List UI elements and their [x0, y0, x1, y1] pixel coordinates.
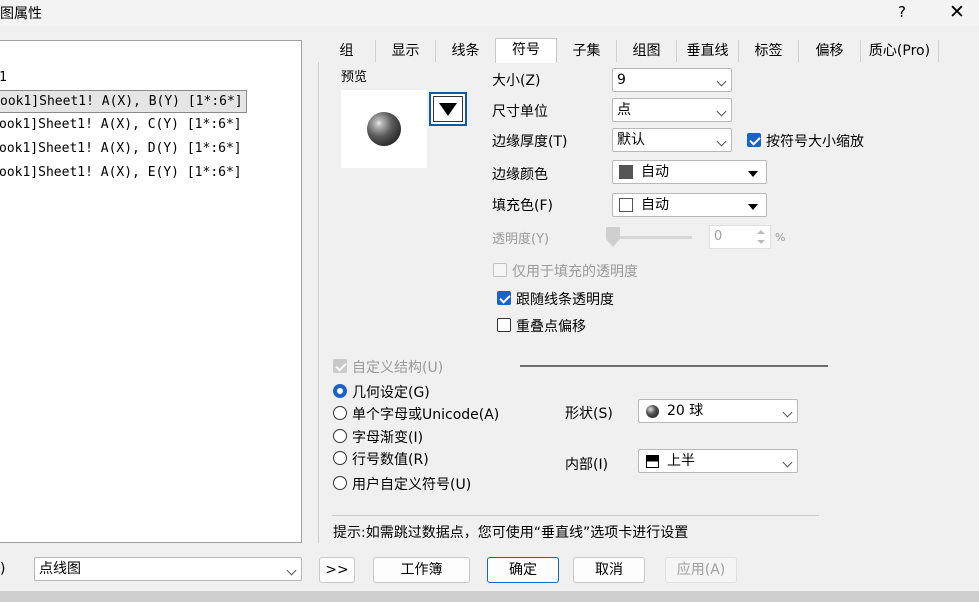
triangle-down-icon	[439, 103, 457, 116]
letter-increment-radio[interactable]	[333, 429, 347, 443]
plot-list[interactable]: 1 ook1]Sheet1! A(X), B(Y) [1*:6*] ook1]S…	[0, 40, 302, 543]
ball-symbol-icon	[367, 112, 401, 146]
list-item[interactable]: ook1]Sheet1! A(X), D(Y) [1*:6*]	[0, 139, 242, 159]
background-strip	[0, 591, 979, 602]
edge-thickness-label: 边缘厚度(T)	[492, 134, 568, 150]
edge-color-combo[interactable]: 自动	[612, 160, 767, 184]
list-item[interactable]: ook1]Sheet1! A(X), B(Y) [1*:6*]	[0, 90, 247, 113]
fill-only-transparency-label: 仅用于填充的透明度	[512, 264, 638, 280]
ball-icon	[646, 405, 659, 418]
unit-label: 尺寸单位	[492, 104, 548, 120]
color-swatch	[619, 165, 633, 179]
row-number-label: 行号数值(R)	[352, 452, 429, 468]
overlap-offset-label: 重叠点偏移	[516, 319, 586, 335]
interior-combo[interactable]: 上半	[638, 449, 798, 473]
apply-button[interactable]: 应用(A)	[665, 557, 737, 583]
tab-group-plot[interactable]: 组图	[617, 40, 677, 62]
plot-type-combo[interactable]: 点线图	[34, 557, 302, 581]
chevron-down-icon	[782, 457, 793, 468]
footer-left-fragment: )	[0, 561, 6, 577]
list-item[interactable]: ook1]Sheet1! A(X), C(Y) [1*:6*]	[0, 115, 242, 135]
chevron-down-icon	[716, 136, 727, 147]
chevron-down-icon	[716, 106, 727, 117]
geometric-label: 几何设定(G)	[352, 385, 430, 401]
single-letter-radio[interactable]	[333, 406, 347, 420]
tab-display[interactable]: 显示	[376, 40, 436, 62]
symbol-gallery-dropdown[interactable]	[429, 92, 467, 126]
unit-value: 点	[617, 102, 631, 118]
transparency-value: 0	[714, 229, 723, 244]
scale-with-size-label: 按符号大小缩放	[766, 134, 864, 150]
plot-type-value: 点线图	[39, 561, 81, 577]
ok-button[interactable]: 确定	[487, 557, 559, 583]
triangle-down-icon	[748, 204, 758, 210]
size-combo[interactable]: 9	[612, 68, 732, 92]
hint-text: 提示:如需跳过数据点，您可使用“垂直线”选项卡进行设置	[333, 525, 689, 541]
edge-color-label: 边缘颜色	[492, 167, 548, 183]
preview-label: 预览	[341, 70, 368, 85]
transparency-label: 透明度(Y)	[492, 232, 550, 247]
half-up-icon	[646, 455, 659, 468]
spin-up-icon[interactable]	[754, 228, 768, 237]
unit-combo[interactable]: 点	[612, 98, 732, 122]
shape-label: 形状(S)	[565, 406, 613, 422]
chevron-down-icon	[716, 76, 727, 87]
transparency-spinbox[interactable]: 0	[709, 225, 771, 249]
shape-combo[interactable]: 20 球	[638, 399, 798, 423]
user-defined-radio[interactable]	[333, 476, 347, 490]
list-header[interactable]: 1	[0, 68, 7, 88]
tab-line[interactable]: 线条	[436, 40, 496, 62]
color-swatch	[619, 198, 633, 212]
spin-down-icon[interactable]	[754, 238, 768, 247]
user-defined-label: 用户自定义符号(U)	[352, 477, 472, 493]
interior-label: 内部(I)	[565, 457, 609, 473]
custom-structure-label: 自定义结构(U)	[352, 360, 444, 376]
window-title: 图属性	[0, 6, 42, 22]
divider	[332, 515, 819, 516]
tab-centroid[interactable]: 质心(Pro)	[861, 40, 939, 62]
shape-value: 20 球	[667, 403, 704, 419]
cancel-button[interactable]: 取消	[573, 557, 645, 583]
help-button[interactable]: ?	[890, 1, 914, 23]
geometric-radio[interactable]	[333, 384, 347, 398]
workbook-button[interactable]: 工作簿	[373, 557, 470, 583]
size-value: 9	[617, 72, 626, 88]
expand-button[interactable]: >>	[319, 557, 355, 583]
interior-value: 上半	[667, 453, 695, 469]
fill-color-value: 自动	[641, 197, 669, 213]
follow-line-transparency-checkbox[interactable]	[497, 291, 511, 305]
chevron-down-icon	[286, 565, 297, 576]
overlap-offset-checkbox[interactable]	[497, 318, 511, 332]
row-number-radio[interactable]	[333, 451, 347, 465]
follow-line-transparency-label: 跟随线条透明度	[516, 292, 614, 308]
size-label: 大小(Z)	[492, 73, 541, 89]
fill-color-combo[interactable]: 自动	[612, 193, 767, 217]
tab-drop-lines[interactable]: 垂直线	[677, 40, 739, 62]
custom-structure-checkbox[interactable]	[333, 359, 347, 373]
divider	[520, 365, 828, 367]
triangle-down-icon	[748, 171, 758, 177]
chevron-down-icon	[782, 407, 793, 418]
tab-label[interactable]: 标签	[739, 40, 799, 62]
tab-symbol[interactable]: 符号	[495, 38, 557, 63]
percent-unit: %	[775, 231, 786, 244]
letter-increment-label: 字母渐变(I)	[352, 430, 424, 446]
tab-subset[interactable]: 子集	[557, 40, 617, 62]
fill-only-transparency-checkbox[interactable]	[493, 263, 507, 277]
fill-color-label: 填充色(F)	[492, 198, 553, 214]
close-button[interactable]: ✕	[940, 0, 974, 24]
list-item[interactable]: ook1]Sheet1! A(X), E(Y) [1*:6*]	[0, 163, 242, 183]
edge-thickness-value: 默认	[617, 132, 645, 148]
edge-color-value: 自动	[641, 164, 669, 180]
scale-with-size-checkbox[interactable]	[747, 133, 761, 147]
single-letter-label: 单个字母或Unicode(A)	[352, 407, 500, 423]
transparency-slider-track	[610, 236, 692, 239]
title-bar	[0, 0, 979, 26]
tab-group[interactable]: 组	[318, 40, 376, 62]
edge-thickness-combo[interactable]: 默认	[612, 128, 732, 152]
tab-offset[interactable]: 偏移	[799, 40, 861, 62]
tab-bar: 组 显示 线条 符号 子集 组图 垂直线 标签 偏移 质心(Pro)	[318, 38, 979, 63]
